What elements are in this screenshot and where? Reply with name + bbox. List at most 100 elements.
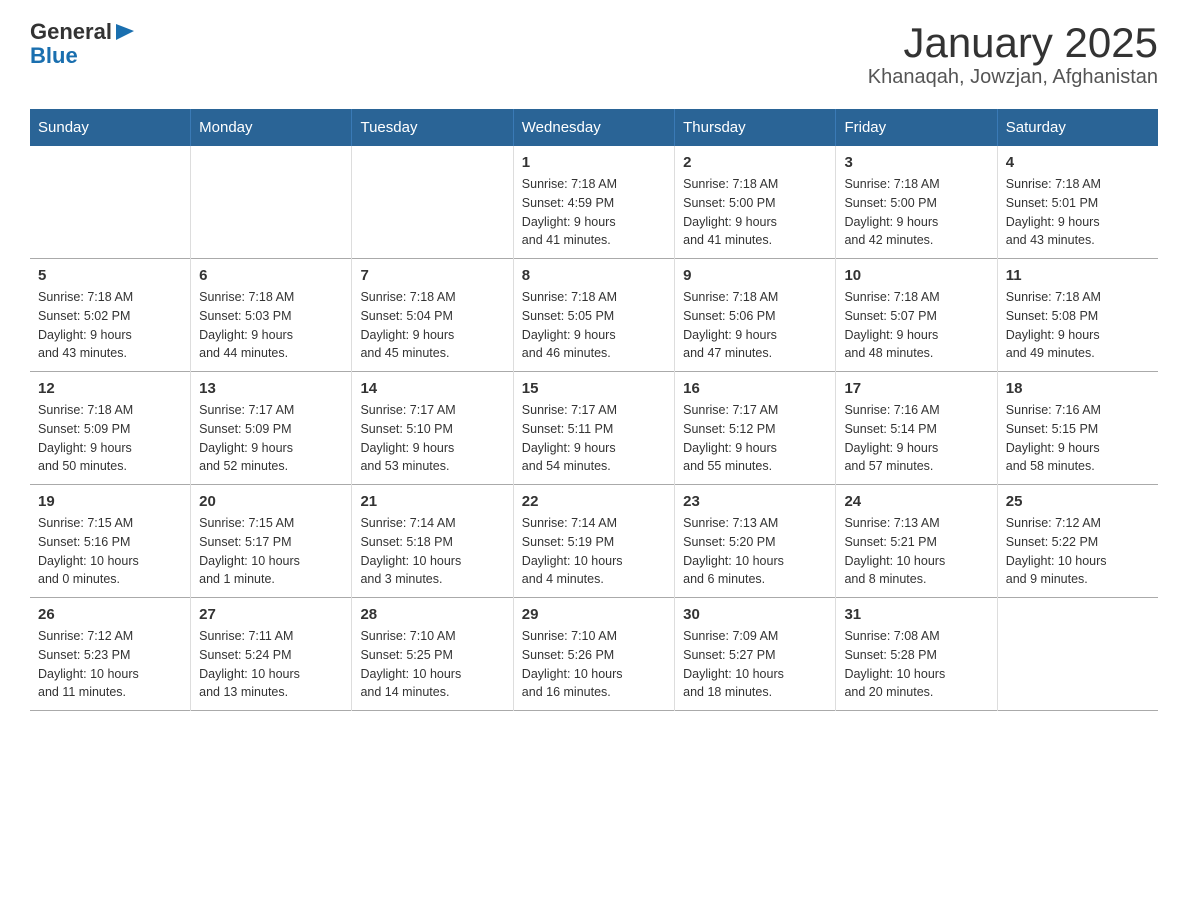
calendar-day-7: 7 Sunrise: 7:18 AMSunset: 5:04 PMDaylight… bbox=[352, 259, 513, 372]
day-number: 9 bbox=[683, 267, 827, 284]
day-number: 19 bbox=[38, 493, 182, 510]
calendar-day-28: 28Sunrise: 7:10 AMSunset: 5:25 PMDayligh… bbox=[352, 598, 513, 711]
calendar-day-14: 14 Sunrise: 7:17 AMSunset: 5:10 PMDayligh… bbox=[352, 372, 513, 485]
calendar-day-27: 27Sunrise: 7:11 AMSunset: 5:24 PMDayligh… bbox=[191, 598, 352, 711]
logo-general-text: General bbox=[30, 20, 112, 44]
day-info: Sunrise: 7:15 AMSunset: 5:17 PMDaylight:… bbox=[199, 514, 343, 589]
calendar-week-row: 5 Sunrise: 7:18 AMSunset: 5:02 PMDaylight… bbox=[30, 259, 1158, 372]
calendar-day-10: 10 Sunrise: 7:18 AMSunset: 5:07 PMDayligh… bbox=[836, 259, 997, 372]
day-number: 28 bbox=[360, 606, 504, 623]
day-number: 17 bbox=[844, 380, 988, 397]
day-number: 31 bbox=[844, 606, 988, 623]
day-info: Sunrise: 7:18 AMSunset: 5:08 PMDaylight:… bbox=[1006, 288, 1150, 363]
day-info: Sunrise: 7:08 AMSunset: 5:28 PMDaylight:… bbox=[844, 627, 988, 702]
column-header-friday: Friday bbox=[836, 109, 997, 146]
day-number: 5 bbox=[38, 267, 182, 284]
day-info: Sunrise: 7:16 AMSunset: 5:15 PMDaylight:… bbox=[1006, 401, 1150, 476]
day-number: 23 bbox=[683, 493, 827, 510]
day-info: Sunrise: 7:18 AMSunset: 5:09 PMDaylight:… bbox=[38, 401, 182, 476]
day-info: Sunrise: 7:18 AMSunset: 5:07 PMDaylight:… bbox=[844, 288, 988, 363]
calendar-day-19: 19 Sunrise: 7:15 AMSunset: 5:16 PMDayligh… bbox=[30, 485, 191, 598]
day-info: Sunrise: 7:17 AMSunset: 5:11 PMDaylight:… bbox=[522, 401, 666, 476]
day-info: Sunrise: 7:18 AMSunset: 5:03 PMDaylight:… bbox=[199, 288, 343, 363]
day-number: 20 bbox=[199, 493, 343, 510]
calendar-day-30: 30Sunrise: 7:09 AMSunset: 5:27 PMDayligh… bbox=[675, 598, 836, 711]
day-info: Sunrise: 7:16 AMSunset: 5:14 PMDaylight:… bbox=[844, 401, 988, 476]
day-number: 24 bbox=[844, 493, 988, 510]
day-number: 14 bbox=[360, 380, 504, 397]
day-info: Sunrise: 7:12 AMSunset: 5:22 PMDaylight:… bbox=[1006, 514, 1150, 589]
calendar-day-13: 13 Sunrise: 7:17 AMSunset: 5:09 PMDayligh… bbox=[191, 372, 352, 485]
calendar-day-17: 17 Sunrise: 7:16 AMSunset: 5:14 PMDayligh… bbox=[836, 372, 997, 485]
day-number: 29 bbox=[522, 606, 666, 623]
day-number: 3 bbox=[844, 154, 988, 171]
day-info: Sunrise: 7:17 AMSunset: 5:09 PMDaylight:… bbox=[199, 401, 343, 476]
calendar-title: January 2025 bbox=[868, 20, 1158, 66]
calendar-day-5: 5 Sunrise: 7:18 AMSunset: 5:02 PMDaylight… bbox=[30, 259, 191, 372]
calendar-header-row: SundayMondayTuesdayWednesdayThursdayFrid… bbox=[30, 109, 1158, 146]
calendar-day-26: 26 Sunrise: 7:12 AMSunset: 5:23 PMDayligh… bbox=[30, 598, 191, 711]
calendar-day-21: 21 Sunrise: 7:14 AMSunset: 5:18 PMDayligh… bbox=[352, 485, 513, 598]
calendar-subtitle: Khanaqah, Jowzjan, Afghanistan bbox=[868, 66, 1158, 89]
day-info: Sunrise: 7:18 AMSunset: 5:01 PMDaylight:… bbox=[1006, 175, 1150, 250]
day-number: 30 bbox=[683, 606, 827, 623]
calendar-day-16: 16Sunrise: 7:17 AMSunset: 5:12 PMDayligh… bbox=[675, 372, 836, 485]
calendar-day-8: 8 Sunrise: 7:18 AMSunset: 5:05 PMDaylight… bbox=[513, 259, 674, 372]
day-number: 2 bbox=[683, 154, 827, 171]
calendar-table: SundayMondayTuesdayWednesdayThursdayFrid… bbox=[30, 109, 1158, 711]
calendar-day-31: 31 Sunrise: 7:08 AMSunset: 5:28 PMDayligh… bbox=[836, 598, 997, 711]
day-number: 13 bbox=[199, 380, 343, 397]
calendar-day-9: 9 Sunrise: 7:18 AMSunset: 5:06 PMDaylight… bbox=[675, 259, 836, 372]
day-info: Sunrise: 7:17 AMSunset: 5:10 PMDaylight:… bbox=[360, 401, 504, 476]
day-info: Sunrise: 7:18 AMSunset: 5:04 PMDaylight:… bbox=[360, 288, 504, 363]
day-number: 7 bbox=[360, 267, 504, 284]
day-number: 10 bbox=[844, 267, 988, 284]
day-number: 26 bbox=[38, 606, 182, 623]
calendar-day-6: 6 Sunrise: 7:18 AMSunset: 5:03 PMDaylight… bbox=[191, 259, 352, 372]
calendar-day-4: 4Sunrise: 7:18 AMSunset: 5:01 PMDaylight… bbox=[997, 146, 1158, 259]
calendar-day-2: 2 Sunrise: 7:18 AMSunset: 5:00 PMDaylight… bbox=[675, 146, 836, 259]
column-header-tuesday: Tuesday bbox=[352, 109, 513, 146]
column-header-sunday: Sunday bbox=[30, 109, 191, 146]
calendar-week-row: 19 Sunrise: 7:15 AMSunset: 5:16 PMDayligh… bbox=[30, 485, 1158, 598]
calendar-week-row: 1 Sunrise: 7:18 AMSunset: 4:59 PMDaylight… bbox=[30, 146, 1158, 259]
day-number: 21 bbox=[360, 493, 504, 510]
day-info: Sunrise: 7:18 AMSunset: 5:00 PMDaylight:… bbox=[683, 175, 827, 250]
day-info: Sunrise: 7:15 AMSunset: 5:16 PMDaylight:… bbox=[38, 514, 182, 589]
calendar-empty-cell bbox=[997, 598, 1158, 711]
calendar-day-29: 29 Sunrise: 7:10 AMSunset: 5:26 PMDayligh… bbox=[513, 598, 674, 711]
page-header: General Blue January 2025 Khanaqah, Jowz… bbox=[30, 20, 1158, 89]
calendar-day-15: 15Sunrise: 7:17 AMSunset: 5:11 PMDayligh… bbox=[513, 372, 674, 485]
column-header-thursday: Thursday bbox=[675, 109, 836, 146]
calendar-week-row: 12Sunrise: 7:18 AMSunset: 5:09 PMDayligh… bbox=[30, 372, 1158, 485]
day-number: 22 bbox=[522, 493, 666, 510]
day-info: Sunrise: 7:12 AMSunset: 5:23 PMDaylight:… bbox=[38, 627, 182, 702]
day-info: Sunrise: 7:18 AMSunset: 4:59 PMDaylight:… bbox=[522, 175, 666, 250]
day-number: 27 bbox=[199, 606, 343, 623]
day-number: 1 bbox=[522, 154, 666, 171]
day-info: Sunrise: 7:18 AMSunset: 5:06 PMDaylight:… bbox=[683, 288, 827, 363]
day-info: Sunrise: 7:18 AMSunset: 5:00 PMDaylight:… bbox=[844, 175, 988, 250]
calendar-day-25: 25Sunrise: 7:12 AMSunset: 5:22 PMDayligh… bbox=[997, 485, 1158, 598]
day-info: Sunrise: 7:14 AMSunset: 5:18 PMDaylight:… bbox=[360, 514, 504, 589]
calendar-day-22: 22Sunrise: 7:14 AMSunset: 5:19 PMDayligh… bbox=[513, 485, 674, 598]
calendar-day-1: 1 Sunrise: 7:18 AMSunset: 4:59 PMDaylight… bbox=[513, 146, 674, 259]
calendar-empty-cell bbox=[191, 146, 352, 259]
calendar-day-18: 18Sunrise: 7:16 AMSunset: 5:15 PMDayligh… bbox=[997, 372, 1158, 485]
day-info: Sunrise: 7:18 AMSunset: 5:05 PMDaylight:… bbox=[522, 288, 666, 363]
calendar-day-12: 12Sunrise: 7:18 AMSunset: 5:09 PMDayligh… bbox=[30, 372, 191, 485]
day-info: Sunrise: 7:10 AMSunset: 5:26 PMDaylight:… bbox=[522, 627, 666, 702]
day-number: 8 bbox=[522, 267, 666, 284]
day-info: Sunrise: 7:17 AMSunset: 5:12 PMDaylight:… bbox=[683, 401, 827, 476]
calendar-empty-cell bbox=[30, 146, 191, 259]
column-header-saturday: Saturday bbox=[997, 109, 1158, 146]
calendar-day-11: 11Sunrise: 7:18 AMSunset: 5:08 PMDayligh… bbox=[997, 259, 1158, 372]
calendar-week-row: 26 Sunrise: 7:12 AMSunset: 5:23 PMDayligh… bbox=[30, 598, 1158, 711]
day-number: 6 bbox=[199, 267, 343, 284]
column-header-monday: Monday bbox=[191, 109, 352, 146]
calendar-day-20: 20 Sunrise: 7:15 AMSunset: 5:17 PMDayligh… bbox=[191, 485, 352, 598]
logo: General Blue bbox=[30, 20, 136, 68]
calendar-empty-cell bbox=[352, 146, 513, 259]
day-info: Sunrise: 7:13 AMSunset: 5:21 PMDaylight:… bbox=[844, 514, 988, 589]
day-info: Sunrise: 7:18 AMSunset: 5:02 PMDaylight:… bbox=[38, 288, 182, 363]
